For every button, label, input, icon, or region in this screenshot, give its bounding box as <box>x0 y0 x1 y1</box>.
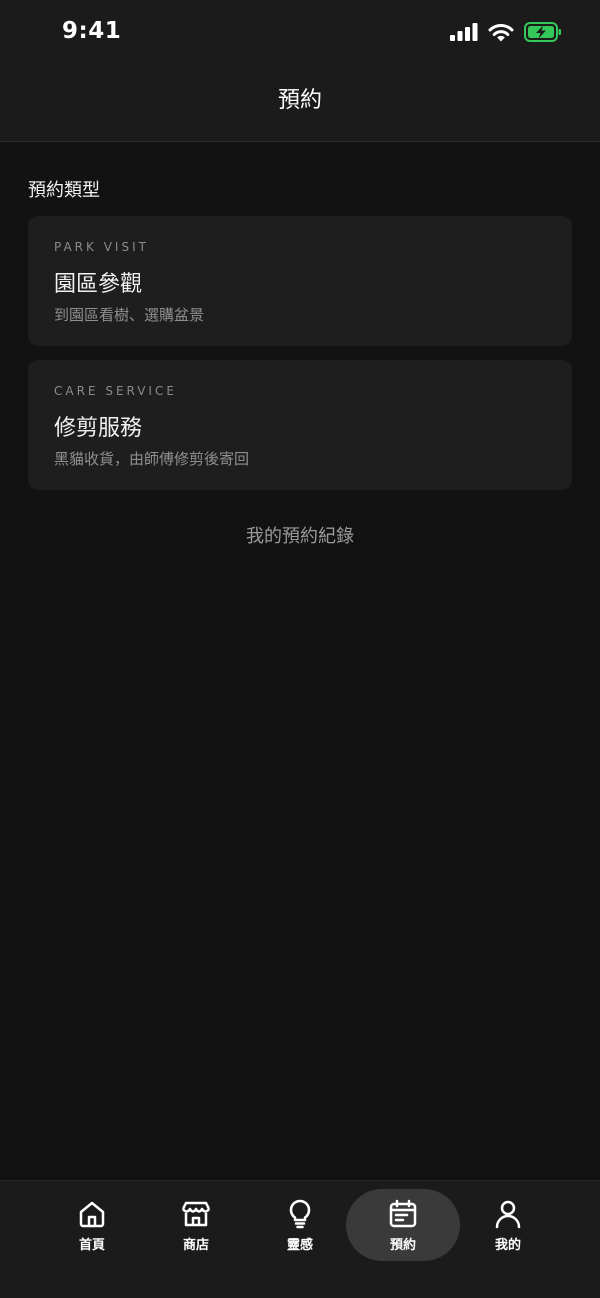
booking-type-card-park-visit[interactable]: PARK VISIT 園區參觀 到園區看樹、選購盆景 <box>28 216 572 346</box>
tab-label: 預約 <box>389 1237 416 1253</box>
card-eyebrow: PARK VISIT <box>54 240 149 254</box>
calendar-icon <box>389 1199 417 1227</box>
lightbulb-icon <box>289 1199 311 1228</box>
tab-inspiration[interactable]: 靈感 <box>244 1189 356 1261</box>
store-icon <box>181 1201 211 1226</box>
tab-label: 靈感 <box>286 1237 313 1253</box>
navigation-bar: 預約 <box>0 66 600 142</box>
my-booking-records-link[interactable]: 我的預約紀錄 <box>0 522 600 548</box>
cellular-signal-icon <box>450 23 478 41</box>
tab-store[interactable]: 商店 <box>140 1189 252 1261</box>
section-title: 預約類型 <box>28 180 100 201</box>
wifi-icon <box>488 23 514 41</box>
battery-charging-icon <box>524 22 561 42</box>
card-eyebrow: CARE SERVICE <box>54 384 177 398</box>
tab-booking[interactable]: 預約 <box>346 1189 460 1261</box>
tab-label: 首頁 <box>78 1237 105 1253</box>
tab-label: 我的 <box>494 1237 521 1253</box>
card-title: 修剪服務 <box>54 416 143 441</box>
card-title: 園區參觀 <box>54 272 143 297</box>
home-icon <box>79 1201 105 1227</box>
status-time: 9:41 <box>62 18 122 44</box>
card-description: 黑貓收貨，由師傅修剪後寄回 <box>54 450 250 468</box>
card-description: 到園區看樹、選購盆景 <box>54 306 205 324</box>
tab-home[interactable]: 首頁 <box>36 1189 148 1261</box>
status-icons <box>450 22 562 42</box>
tab-label: 商店 <box>182 1237 209 1253</box>
status-bar: 9:41 <box>0 0 600 66</box>
tab-profile[interactable]: 我的 <box>452 1189 564 1261</box>
page-title: 預約 <box>277 88 322 113</box>
booking-type-card-care-service[interactable]: CARE SERVICE 修剪服務 黑貓收貨，由師傅修剪後寄回 <box>28 360 572 490</box>
user-icon <box>495 1200 521 1228</box>
tab-bar: 首頁 商店 靈感 預約 我的 <box>0 1180 600 1298</box>
